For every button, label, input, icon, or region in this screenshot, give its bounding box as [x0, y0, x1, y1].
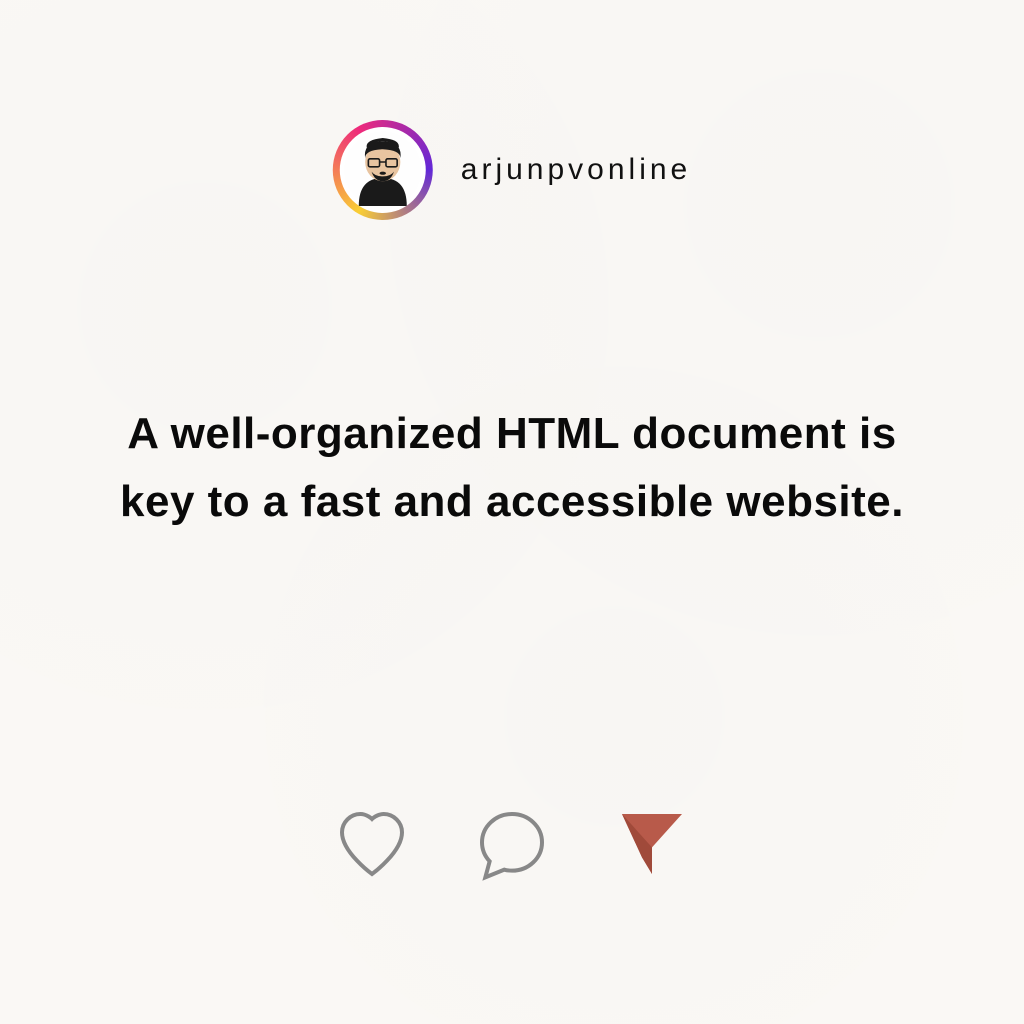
heart-icon[interactable] — [332, 804, 412, 884]
username[interactable]: arjunpvonline — [461, 153, 691, 187]
send-icon[interactable] — [612, 804, 692, 884]
avatar-ring[interactable] — [333, 120, 433, 220]
avatar-illustration — [343, 130, 423, 210]
comment-icon[interactable] — [472, 804, 552, 884]
quote-text: A well-organized HTML document is key to… — [120, 400, 904, 536]
action-bar — [332, 804, 692, 884]
post-header: arjunpvonline — [333, 120, 691, 220]
avatar — [340, 127, 426, 213]
